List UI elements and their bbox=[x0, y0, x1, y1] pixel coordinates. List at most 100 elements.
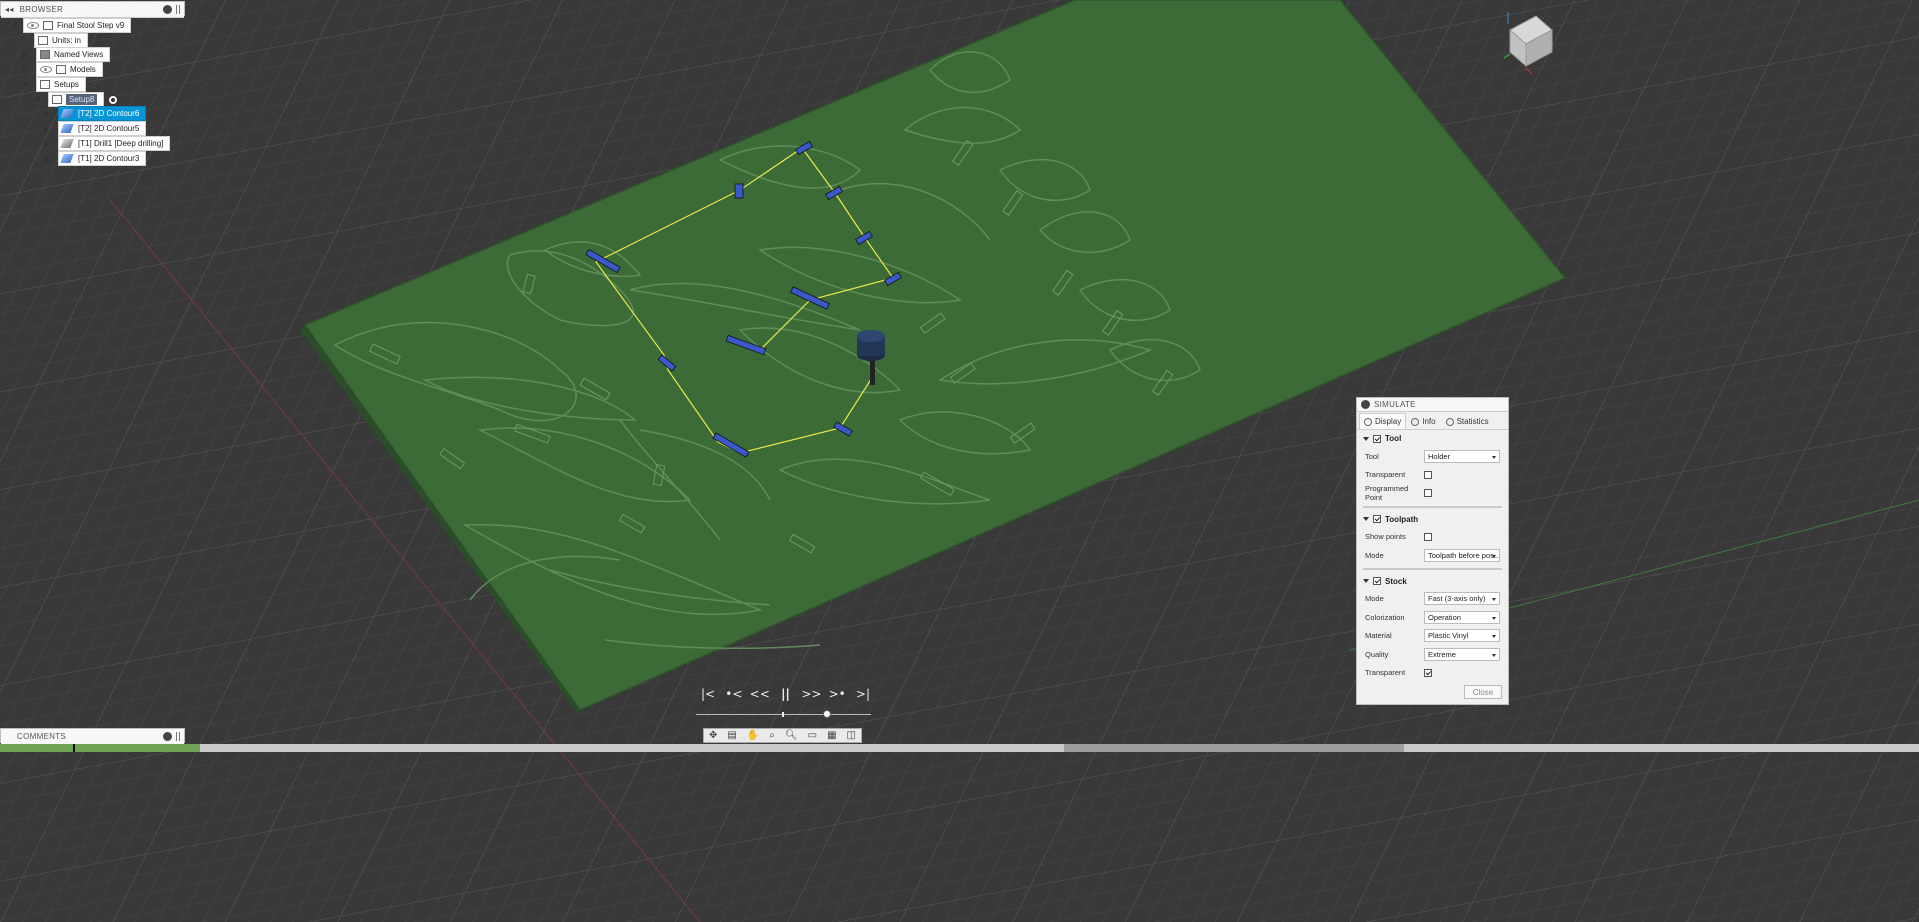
programmed-point-checkbox[interactable] bbox=[1424, 489, 1432, 498]
tool-checkbox[interactable] bbox=[1373, 434, 1381, 443]
tree-models[interactable]: Models bbox=[22, 62, 103, 77]
stock-transparent-row: Transparent bbox=[1357, 664, 1508, 683]
tree-operation[interactable]: [T2] 2D Contour5 bbox=[44, 121, 147, 136]
statistics-icon bbox=[1445, 417, 1454, 426]
collapse-icon[interactable] bbox=[1361, 400, 1370, 409]
simulate-panel: SIMULATE Display Info Statistics Tool To… bbox=[1356, 397, 1509, 705]
comments-panel[interactable]: COMMENTS bbox=[0, 728, 185, 745]
tool-section[interactable]: Tool bbox=[1357, 430, 1508, 447]
folder-icon bbox=[56, 65, 66, 74]
zoom-icon[interactable]: 🔍︎ bbox=[785, 730, 798, 741]
document-node[interactable]: Final Stool Step v9 bbox=[23, 18, 132, 33]
tool-transparent-checkbox[interactable] bbox=[1424, 470, 1432, 479]
timeline-segment bbox=[1404, 744, 1919, 752]
stock-section-label: Stock bbox=[1385, 576, 1407, 586]
collapse-icon[interactable] bbox=[21, 79, 31, 90]
close-button[interactable]: Close bbox=[1464, 685, 1502, 699]
toolpath-checkbox[interactable] bbox=[1373, 515, 1381, 523]
tab-display[interactable]: Display bbox=[1359, 413, 1407, 429]
show-points-checkbox[interactable] bbox=[1424, 532, 1432, 541]
tree-operation[interactable]: [T2] 2D Contour6 bbox=[44, 106, 147, 121]
pause-button[interactable]: || bbox=[775, 687, 795, 701]
eye-icon[interactable] bbox=[40, 66, 52, 73]
tree-operation[interactable]: [T1] 2D Contour3 bbox=[44, 151, 147, 166]
collapse-arrow-icon[interactable] bbox=[1363, 579, 1369, 583]
expand-root-icon[interactable] bbox=[11, 20, 21, 31]
collapse-arrow-icon[interactable] bbox=[1363, 436, 1369, 441]
expand-icon[interactable] bbox=[44, 124, 49, 133]
timeline-bar[interactable] bbox=[0, 744, 1919, 752]
operation-contour5[interactable]: [T2] 2D Contour5 bbox=[58, 121, 147, 136]
folder-icon bbox=[40, 50, 50, 59]
tree-named-views[interactable]: Named Views bbox=[22, 47, 111, 62]
fast-forward-button[interactable]: >> bbox=[801, 687, 821, 701]
3d-viewport[interactable] bbox=[0, 0, 1919, 922]
go-to-end-button[interactable]: >| bbox=[853, 687, 873, 701]
show-points-row: Show points bbox=[1357, 528, 1508, 547]
setup-node[interactable]: Setup8 bbox=[48, 92, 105, 107]
drag-handle-icon[interactable] bbox=[176, 732, 180, 741]
tree-root[interactable]: Final Stool Step v9 bbox=[11, 18, 132, 33]
slider-thumb[interactable] bbox=[823, 710, 832, 718]
next-operation-button[interactable]: >• bbox=[827, 687, 847, 701]
tab-info-label: Info bbox=[1422, 417, 1436, 426]
slider-tick bbox=[782, 712, 784, 717]
units-node[interactable]: Units: in bbox=[34, 33, 88, 48]
toolpath-section[interactable]: Toolpath bbox=[1357, 511, 1508, 528]
tree-operation[interactable]: [T1] Drill1 [Deep drilling] bbox=[44, 136, 171, 151]
playback-slider[interactable] bbox=[696, 710, 871, 718]
collapse-arrow-icon[interactable] bbox=[1363, 517, 1369, 521]
tree-setups[interactable]: Setups bbox=[21, 77, 86, 92]
setups-node[interactable]: Setups bbox=[36, 77, 86, 92]
activate-setup-icon[interactable] bbox=[108, 94, 119, 105]
rewind-button[interactable]: << bbox=[750, 687, 770, 701]
expand-icon[interactable] bbox=[22, 50, 27, 59]
operation-contour3[interactable]: [T1] 2D Contour3 bbox=[58, 151, 147, 166]
operation-contour6[interactable]: [T2] 2D Contour6 bbox=[58, 106, 147, 121]
stock-mode-select[interactable]: Fast (3-axis only) bbox=[1424, 592, 1500, 606]
divider bbox=[1363, 567, 1502, 570]
tab-info[interactable]: Info bbox=[1406, 413, 1440, 429]
collapse-icon[interactable] bbox=[33, 94, 43, 105]
orbit-icon[interactable]: ✥ bbox=[709, 730, 717, 741]
expand-icon[interactable] bbox=[44, 109, 49, 118]
operation-drill1[interactable]: [T1] Drill1 [Deep drilling] bbox=[58, 136, 171, 151]
mode-label: Mode bbox=[1365, 550, 1384, 560]
expand-icon[interactable] bbox=[22, 65, 27, 74]
zoom-window-icon[interactable]: ⌕ bbox=[769, 730, 775, 741]
add-comment-icon[interactable] bbox=[163, 732, 172, 741]
tool-select[interactable]: Holder bbox=[1424, 449, 1500, 463]
colorization-select[interactable]: Operation bbox=[1424, 610, 1500, 624]
look-at-icon[interactable]: ▤ bbox=[727, 730, 736, 741]
stock-section[interactable]: Stock bbox=[1357, 573, 1508, 590]
pin-icon[interactable] bbox=[163, 5, 172, 14]
named-views-node[interactable]: Named Views bbox=[36, 47, 111, 62]
display-settings-icon[interactable]: ▭ bbox=[808, 730, 817, 741]
go-to-start-button[interactable]: |< bbox=[698, 687, 718, 701]
expand-icon[interactable] bbox=[44, 154, 49, 163]
units-icon bbox=[38, 36, 48, 45]
collapse-icon[interactable]: ◂◂ bbox=[5, 5, 14, 14]
previous-operation-button[interactable]: •< bbox=[724, 687, 744, 701]
mode-label: Mode bbox=[1365, 594, 1384, 604]
drag-handle-icon[interactable] bbox=[176, 5, 180, 14]
operation-label: [T1] 2D Contour3 bbox=[78, 154, 140, 163]
expand-icon[interactable] bbox=[44, 139, 49, 148]
tree-setup8[interactable]: Setup8 bbox=[33, 92, 119, 107]
timeline-marker[interactable] bbox=[73, 744, 75, 752]
tab-statistics[interactable]: Statistics bbox=[1441, 413, 1494, 429]
stock-transparent-checkbox[interactable] bbox=[1424, 668, 1432, 677]
models-node[interactable]: Models bbox=[36, 62, 103, 77]
toolpath-mode-select[interactable]: Toolpath before pos... bbox=[1424, 548, 1500, 562]
quality-select[interactable]: Extreme bbox=[1424, 647, 1500, 661]
drill-icon bbox=[60, 139, 74, 148]
comments-title: COMMENTS bbox=[17, 732, 67, 741]
viewports-icon[interactable]: ◫ bbox=[847, 730, 856, 741]
colorization-row: Colorization Operation bbox=[1357, 608, 1508, 627]
eye-icon[interactable] bbox=[27, 22, 39, 29]
tree-units[interactable]: Units: in bbox=[34, 33, 88, 48]
stock-checkbox[interactable] bbox=[1373, 577, 1381, 585]
grid-settings-icon[interactable]: ▦ bbox=[827, 730, 836, 741]
material-select[interactable]: Plastic Vinyl bbox=[1424, 629, 1500, 643]
pan-icon[interactable]: ✋ bbox=[747, 730, 759, 741]
